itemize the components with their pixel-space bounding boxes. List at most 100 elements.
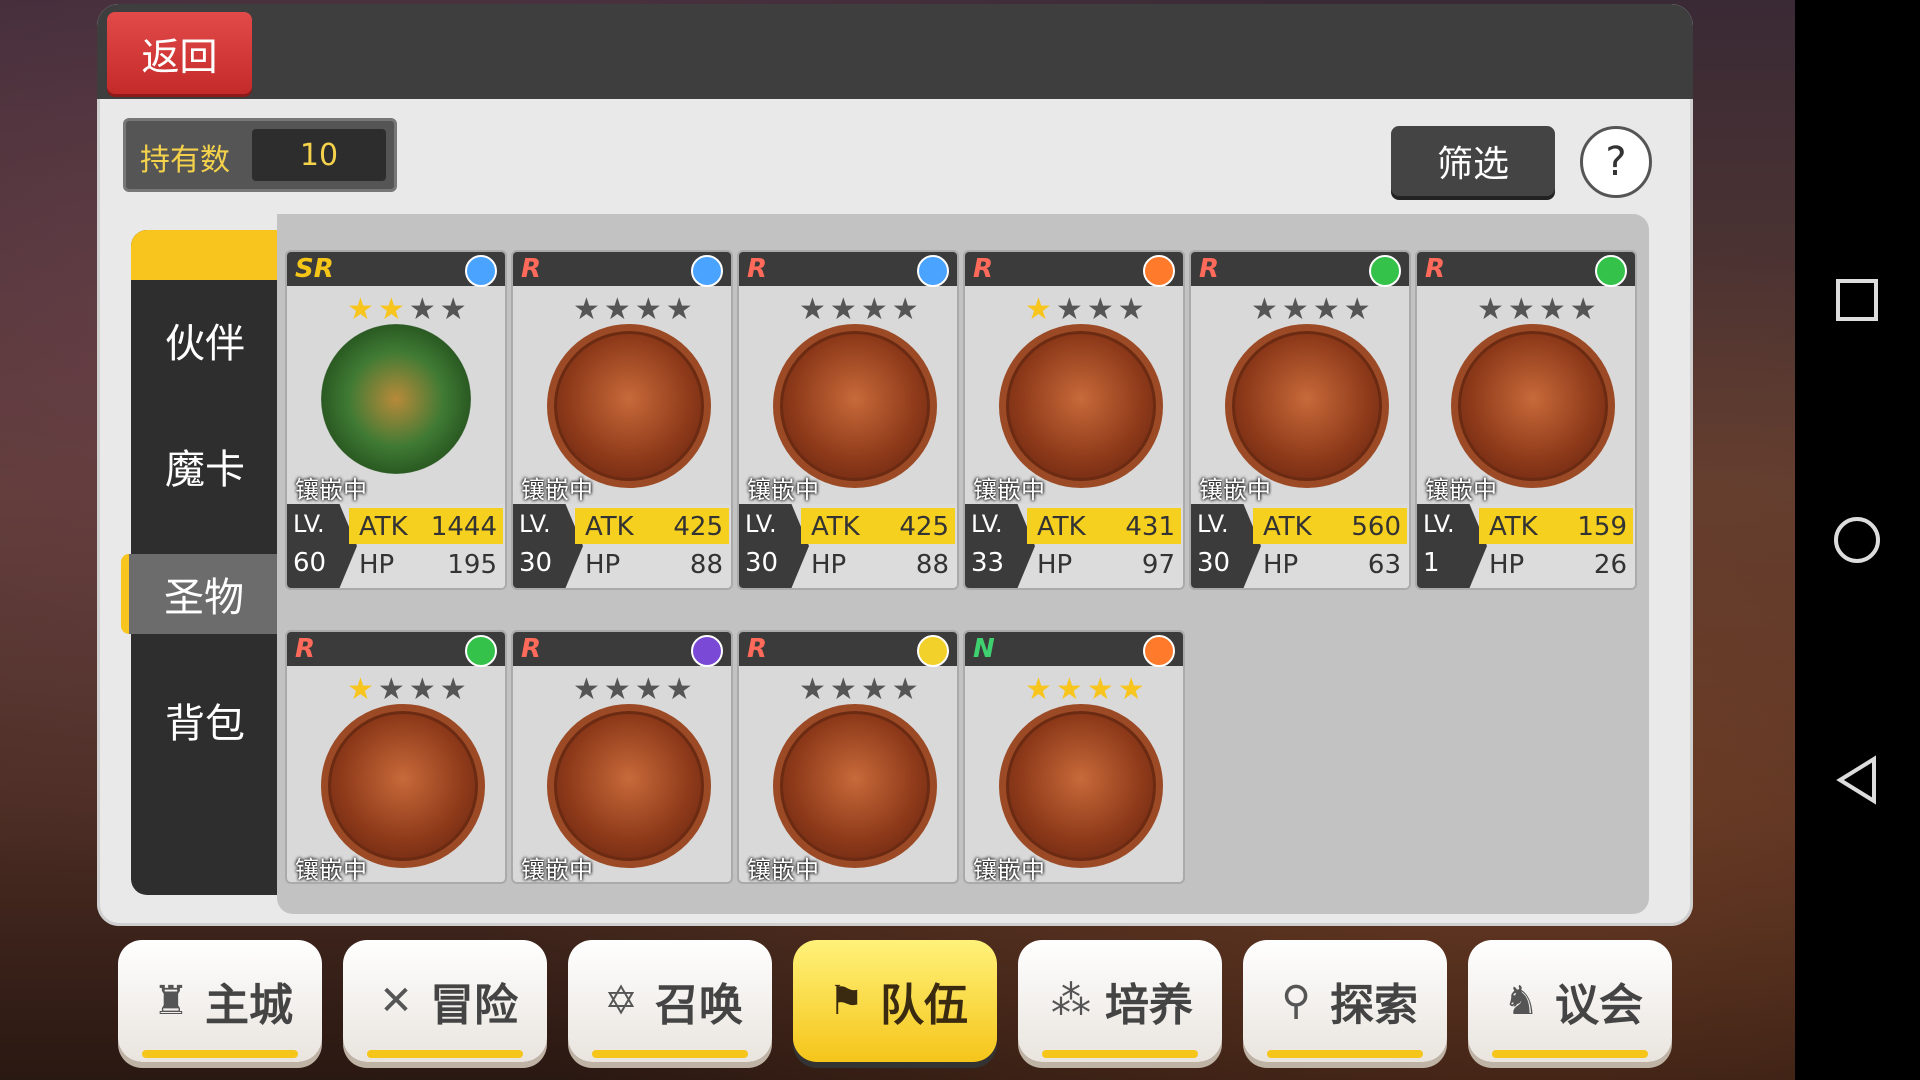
element-icon	[465, 255, 497, 287]
hp-label: HP	[1489, 550, 1525, 580]
level-value: 33	[971, 548, 1005, 578]
star-icon: ★	[799, 292, 830, 327]
nav-council-button[interactable]: ♞ 议会	[1468, 940, 1672, 1062]
star-icon: ★	[603, 672, 635, 707]
element-icon	[691, 255, 723, 287]
relic-card[interactable]: R ★★★★ 镶嵌中 LV. 30 ATK 425 HP 88	[511, 250, 733, 590]
nav-label: 召唤	[655, 980, 743, 1031]
tab-magic-cards[interactable]: 魔卡	[131, 426, 279, 506]
star-rating: ★★★★	[347, 292, 471, 327]
star-icon: ★	[1343, 292, 1375, 327]
level-value: 30	[745, 548, 779, 578]
atk-label: ATK	[585, 512, 634, 542]
star-icon: ★	[860, 672, 892, 707]
atk-label: ATK	[1037, 512, 1086, 542]
crossed-swords-icon: ✕	[379, 978, 413, 1024]
christmas-bell-relic-image	[321, 324, 471, 474]
star-icon: ★	[799, 672, 830, 707]
atk-row: ATK 425	[575, 508, 729, 544]
relic-card[interactable]: R ★★★★ 镶嵌中 LV. 30 ATK 425 HP 88	[737, 250, 959, 590]
tab-relics[interactable]: 圣物	[121, 554, 279, 634]
nav-label: 队伍	[880, 980, 968, 1031]
category-sidebar: 伙伴 魔卡 圣物 背包	[121, 230, 279, 895]
card-stats: LV. 60 ATK 1444 HP 195	[287, 504, 505, 588]
relic-card[interactable]: N ★★★★ 镶嵌中	[963, 630, 1185, 884]
element-icon	[1369, 255, 1401, 287]
inlay-status: 镶嵌中	[973, 856, 1045, 884]
star-icon: ★	[634, 672, 666, 707]
nav-underline	[1492, 1050, 1648, 1058]
star-icon: ★	[1055, 672, 1087, 707]
rarity-badge: R	[521, 254, 542, 284]
back-triangle-icon[interactable]	[1832, 755, 1882, 805]
hp-value: 63	[1367, 550, 1401, 580]
star-icon: ★	[1281, 292, 1313, 327]
card-header: R	[513, 632, 731, 667]
card-header: R	[287, 632, 505, 667]
level-label: LV.	[519, 510, 551, 538]
atk-row: ATK 425	[801, 508, 955, 544]
star-rating: ★★★★	[1477, 292, 1601, 327]
tab-backpack[interactable]: 背包	[131, 680, 279, 760]
rarity-badge: R	[521, 634, 542, 664]
atk-value: 431	[1125, 512, 1175, 542]
hp-value: 26	[1593, 550, 1627, 580]
star-icon: ★	[439, 292, 471, 327]
element-icon	[917, 255, 949, 287]
star-rating: ★★★★	[799, 672, 923, 707]
top-bar: 返回	[97, 4, 1693, 99]
nav-castle-button[interactable]: ♜ 主城	[118, 940, 322, 1062]
nav-underline	[592, 1050, 748, 1058]
star-icon: ★	[665, 292, 697, 327]
rarity-badge: R	[295, 634, 316, 664]
bottom-nav: ♜ 主城 ✕ 冒险 ✡ 召唤 ⚑ 队伍 ⁂ 培养 ⚲ 探索 ♞ 议会	[118, 940, 1678, 1070]
star-icon: ★	[860, 292, 892, 327]
star-icon: ★	[1569, 292, 1601, 327]
star-icon: ★	[347, 672, 378, 707]
filter-button[interactable]: 筛选	[1391, 126, 1555, 196]
relic-card[interactable]: R ★★★★ 镶嵌中	[285, 630, 507, 884]
relic-card[interactable]: SR ★★★★ 镶嵌中 LV. 60 ATK 1444 HP 195	[285, 250, 507, 590]
element-icon	[465, 635, 497, 667]
atk-row: ATK 431	[1027, 508, 1181, 544]
recent-apps-icon[interactable]	[1832, 275, 1882, 325]
relic-card[interactable]: R ★★★★ 镶嵌中	[737, 630, 959, 884]
star-rating: ★★★★	[1025, 292, 1149, 327]
star-rating: ★★★★	[347, 672, 471, 707]
atk-row: ATK 560	[1253, 508, 1407, 544]
star-icon: ★	[1507, 292, 1539, 327]
hp-label: HP	[585, 550, 621, 580]
level-label: LV.	[293, 510, 325, 538]
nav-explore-button[interactable]: ⚲ 探索	[1243, 940, 1447, 1062]
inlay-status: 镶嵌中	[747, 856, 819, 884]
nav-hexagram-button[interactable]: ✡ 召唤	[568, 940, 772, 1062]
nav-team-button[interactable]: ⚑ 队伍	[793, 940, 997, 1062]
star-icon: ★	[634, 292, 666, 327]
star-icon: ★	[1025, 292, 1056, 327]
home-icon[interactable]	[1832, 515, 1882, 565]
card-header: N	[965, 632, 1183, 667]
relic-card[interactable]: R ★★★★ 镶嵌中	[511, 630, 733, 884]
star-icon: ★	[347, 292, 378, 327]
back-button[interactable]: 返回	[107, 12, 252, 94]
inlay-status: 镶嵌中	[521, 856, 593, 884]
card-header: R	[513, 252, 731, 287]
level-box: LV. 60	[287, 504, 357, 588]
atk-value: 425	[673, 512, 723, 542]
nav-crossed-swords-button[interactable]: ✕ 冒险	[343, 940, 547, 1062]
sidebar-accent	[131, 230, 279, 280]
tab-partners[interactable]: 伙伴	[131, 300, 279, 380]
inlay-status: 镶嵌中	[1199, 476, 1271, 504]
nav-cultivate-button[interactable]: ⁂ 培养	[1018, 940, 1222, 1062]
hp-value: 97	[1141, 550, 1175, 580]
relic-card[interactable]: R ★★★★ 镶嵌中 LV. 33 ATK 431 HP 97	[963, 250, 1185, 590]
nav-underline	[367, 1050, 523, 1058]
star-icon: ★	[665, 672, 697, 707]
relic-card[interactable]: R ★★★★ 镶嵌中 LV. 1 ATK 159 HP 26	[1415, 250, 1637, 590]
level-value: 30	[1197, 548, 1231, 578]
council-icon: ♞	[1503, 978, 1539, 1024]
relic-card[interactable]: R ★★★★ 镶嵌中 LV. 30 ATK 560 HP 63	[1189, 250, 1411, 590]
level-label: LV.	[1197, 510, 1229, 538]
help-button[interactable]: ?	[1580, 126, 1652, 198]
card-header: R	[739, 632, 957, 667]
